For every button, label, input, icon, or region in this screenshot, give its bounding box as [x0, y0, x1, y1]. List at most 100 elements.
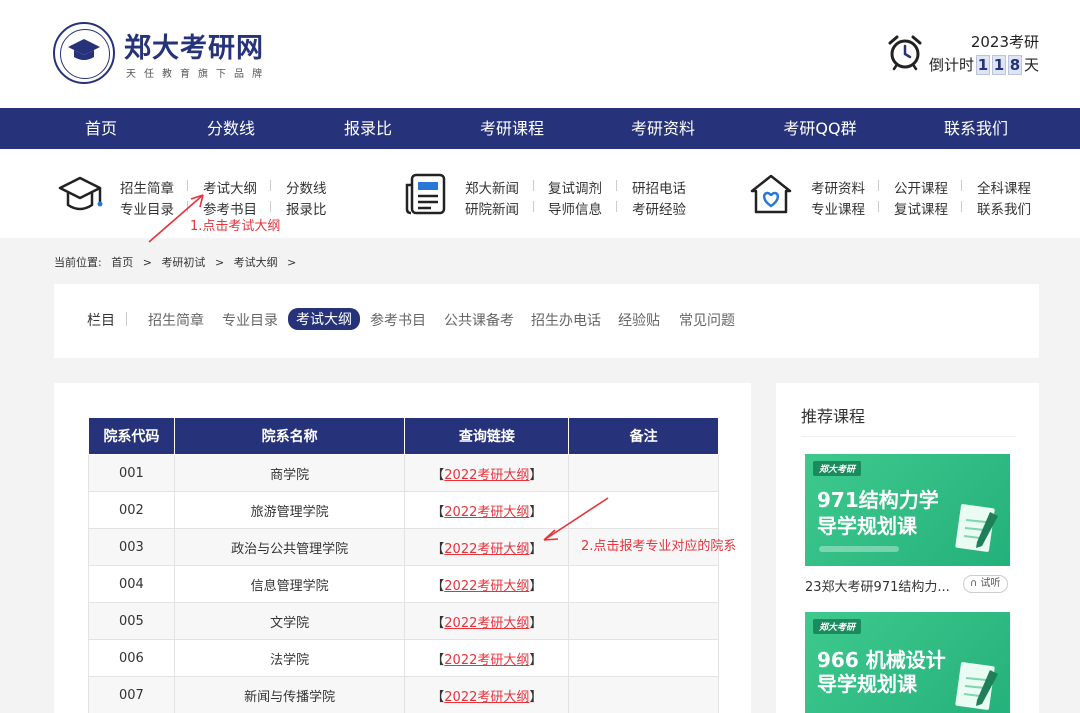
- department-note: [568, 454, 719, 492]
- quick-link-full-courses[interactable]: 全科课程: [977, 177, 1031, 197]
- sidebar-title: 推荐课程: [801, 407, 866, 426]
- divider: [616, 180, 617, 191]
- quick-link-graduate-news[interactable]: 研院新闻: [465, 198, 519, 218]
- graduation-cap-icon: [58, 176, 103, 211]
- trial-listen-button[interactable]: ∩ 试听: [963, 575, 1008, 593]
- quick-link-retest-adjust[interactable]: 复试调剂: [548, 177, 602, 197]
- department-note: [568, 676, 719, 713]
- category-bar: 栏目 招生简章 专业目录 考试大纲 参考书目 公共课备考 招生办电话 经验贴 常…: [54, 284, 1039, 358]
- syllabus-link[interactable]: 2022考研大纲: [444, 690, 529, 705]
- divider: [533, 201, 534, 212]
- syllabus-link-cell: 【2022考研大纲】: [404, 602, 570, 640]
- recommended-sidebar: 推荐课程 郑大考研 971结构力学 导学规划课 23郑大考研971结构力... …: [776, 383, 1039, 713]
- bracket-open: 【: [431, 504, 445, 520]
- column-header-code: 院系代码: [88, 417, 175, 455]
- department-code: 005: [88, 602, 175, 640]
- site-header: 郑大考研网 天任教育旗下品牌 2023考研 倒计时 1 1 8 天: [0, 0, 1080, 108]
- divider: [961, 180, 962, 191]
- course-title-line1: 971结构力学: [817, 488, 939, 512]
- countdown: 倒计时 1 1 8 天: [929, 54, 1039, 75]
- column-header-note: 备注: [568, 417, 719, 455]
- course-badge: 郑大考研: [813, 461, 862, 476]
- nav-item-admission-ratio[interactable]: 报录比: [344, 108, 392, 149]
- syllabus-link[interactable]: 2022考研大纲: [444, 579, 529, 594]
- annotation-step-1: 1.点击考试大纲: [190, 219, 281, 234]
- bracket-close: 】: [529, 467, 543, 483]
- syllabus-link[interactable]: 2022考研大纲: [444, 653, 529, 668]
- table-row: 001 商学院 【2022考研大纲】: [88, 454, 719, 492]
- bracket-close: 】: [529, 652, 543, 668]
- main-nav: 首页 分数线 报录比 考研课程 考研资料 考研QQ群 联系我们: [0, 108, 1080, 149]
- department-code: 004: [88, 565, 175, 603]
- site-logo-name[interactable]: 郑大考研网: [124, 26, 264, 65]
- quick-link-zzu-news[interactable]: 郑大新闻: [465, 177, 519, 197]
- department-name: 信息管理学院: [173, 565, 406, 603]
- nav-item-home[interactable]: 首页: [85, 108, 117, 149]
- quick-link-major-courses[interactable]: 专业课程: [811, 198, 865, 218]
- category-experience-posts[interactable]: 经验贴: [618, 310, 660, 330]
- category-major-catalog[interactable]: 专业目录: [222, 310, 278, 330]
- quick-link-contact[interactable]: 联系我们: [977, 198, 1031, 218]
- quick-link-admission-ratio[interactable]: 报录比: [286, 198, 327, 218]
- category-public-course-prep[interactable]: 公共课备考: [444, 310, 514, 330]
- course-title-line2: 导学规划课: [817, 672, 917, 696]
- breadcrumb-separator: >: [214, 256, 225, 269]
- divider: [801, 436, 1016, 437]
- quick-link-retest-courses[interactable]: 复试课程: [894, 198, 948, 218]
- nav-item-courses[interactable]: 考研课程: [480, 108, 544, 149]
- syllabus-link[interactable]: 2022考研大纲: [444, 542, 529, 557]
- department-name: 旅游管理学院: [173, 491, 406, 529]
- bracket-open: 【: [431, 541, 445, 557]
- graduation-cap-logo-icon: [68, 39, 100, 60]
- bracket-open: 【: [431, 689, 445, 705]
- countdown-prefix: 倒计时: [928, 56, 974, 74]
- nav-item-contact[interactable]: 联系我们: [944, 108, 1008, 149]
- nav-item-scores[interactable]: 分数线: [207, 108, 255, 149]
- department-name: 新闻与传播学院: [173, 676, 406, 713]
- course-card[interactable]: 郑大考研 966 机械设计 导学规划课: [805, 612, 1010, 713]
- syllabus-link[interactable]: 2022考研大纲: [444, 468, 529, 483]
- bracket-close: 】: [529, 615, 543, 631]
- divider: [878, 201, 879, 212]
- category-reference-books[interactable]: 参考书目: [370, 310, 426, 330]
- site-logo-tagline: 天任教育旗下品牌: [126, 69, 270, 80]
- exam-year-label: 2023考研: [970, 33, 1039, 51]
- quick-link-open-courses[interactable]: 公开课程: [894, 177, 948, 197]
- department-code: 003: [88, 528, 175, 566]
- breadcrumb-syllabus[interactable]: 考试大纲: [234, 256, 278, 269]
- bracket-open: 【: [431, 467, 445, 483]
- quick-link-experience[interactable]: 考研经验: [632, 198, 686, 218]
- divider: [878, 180, 879, 191]
- course-title-line2: 导学规划课: [817, 514, 917, 538]
- table-row: 006 法学院 【2022考研大纲】: [88, 639, 719, 677]
- home-heart-icon: [750, 174, 792, 214]
- nav-item-materials[interactable]: 考研资料: [631, 108, 695, 149]
- quick-link-scores[interactable]: 分数线: [286, 177, 327, 197]
- category-faq[interactable]: 常见问题: [679, 310, 735, 330]
- breadcrumb-initial-exam[interactable]: 考研初试: [161, 256, 205, 269]
- course-caption[interactable]: 23郑大考研971结构力...: [805, 576, 950, 595]
- department-table: 院系代码 院系名称 查询链接 备注 001 商学院 【2022考研大纲】 002 旅游管…: [88, 417, 719, 713]
- department-name: 文学院: [173, 602, 406, 640]
- syllabus-link[interactable]: 2022考研大纲: [444, 505, 529, 520]
- trial-label: 试听: [980, 578, 1001, 589]
- quick-link-supervisor-info[interactable]: 导师信息: [548, 198, 602, 218]
- headphones-icon: ∩: [970, 578, 978, 589]
- syllabus-link[interactable]: 2022考研大纲: [444, 616, 529, 631]
- nav-item-qq-group[interactable]: 考研QQ群: [783, 108, 856, 149]
- table-header-row: 院系代码 院系名称 查询链接 备注: [88, 417, 719, 455]
- syllabus-link-cell: 【2022考研大纲】: [404, 565, 570, 603]
- category-admission-guide[interactable]: 招生简章: [148, 310, 204, 330]
- course-card[interactable]: 郑大考研 971结构力学 导学规划课: [805, 454, 1010, 566]
- category-admission-phone[interactable]: 招生办电话: [531, 310, 601, 330]
- breadcrumb-home[interactable]: 首页: [111, 256, 133, 269]
- column-header-name: 院系名称: [173, 417, 406, 455]
- category-syllabus-active[interactable]: 考试大纲: [288, 308, 360, 330]
- countdown-digit: 1: [991, 54, 1006, 75]
- department-code: 007: [88, 676, 175, 713]
- divider: [126, 312, 127, 326]
- column-header-link: 查询链接: [404, 417, 570, 455]
- quick-link-admission-phone[interactable]: 研招电话: [632, 177, 686, 197]
- quick-link-materials[interactable]: 考研资料: [811, 177, 865, 197]
- alarm-clock-icon: [888, 35, 922, 71]
